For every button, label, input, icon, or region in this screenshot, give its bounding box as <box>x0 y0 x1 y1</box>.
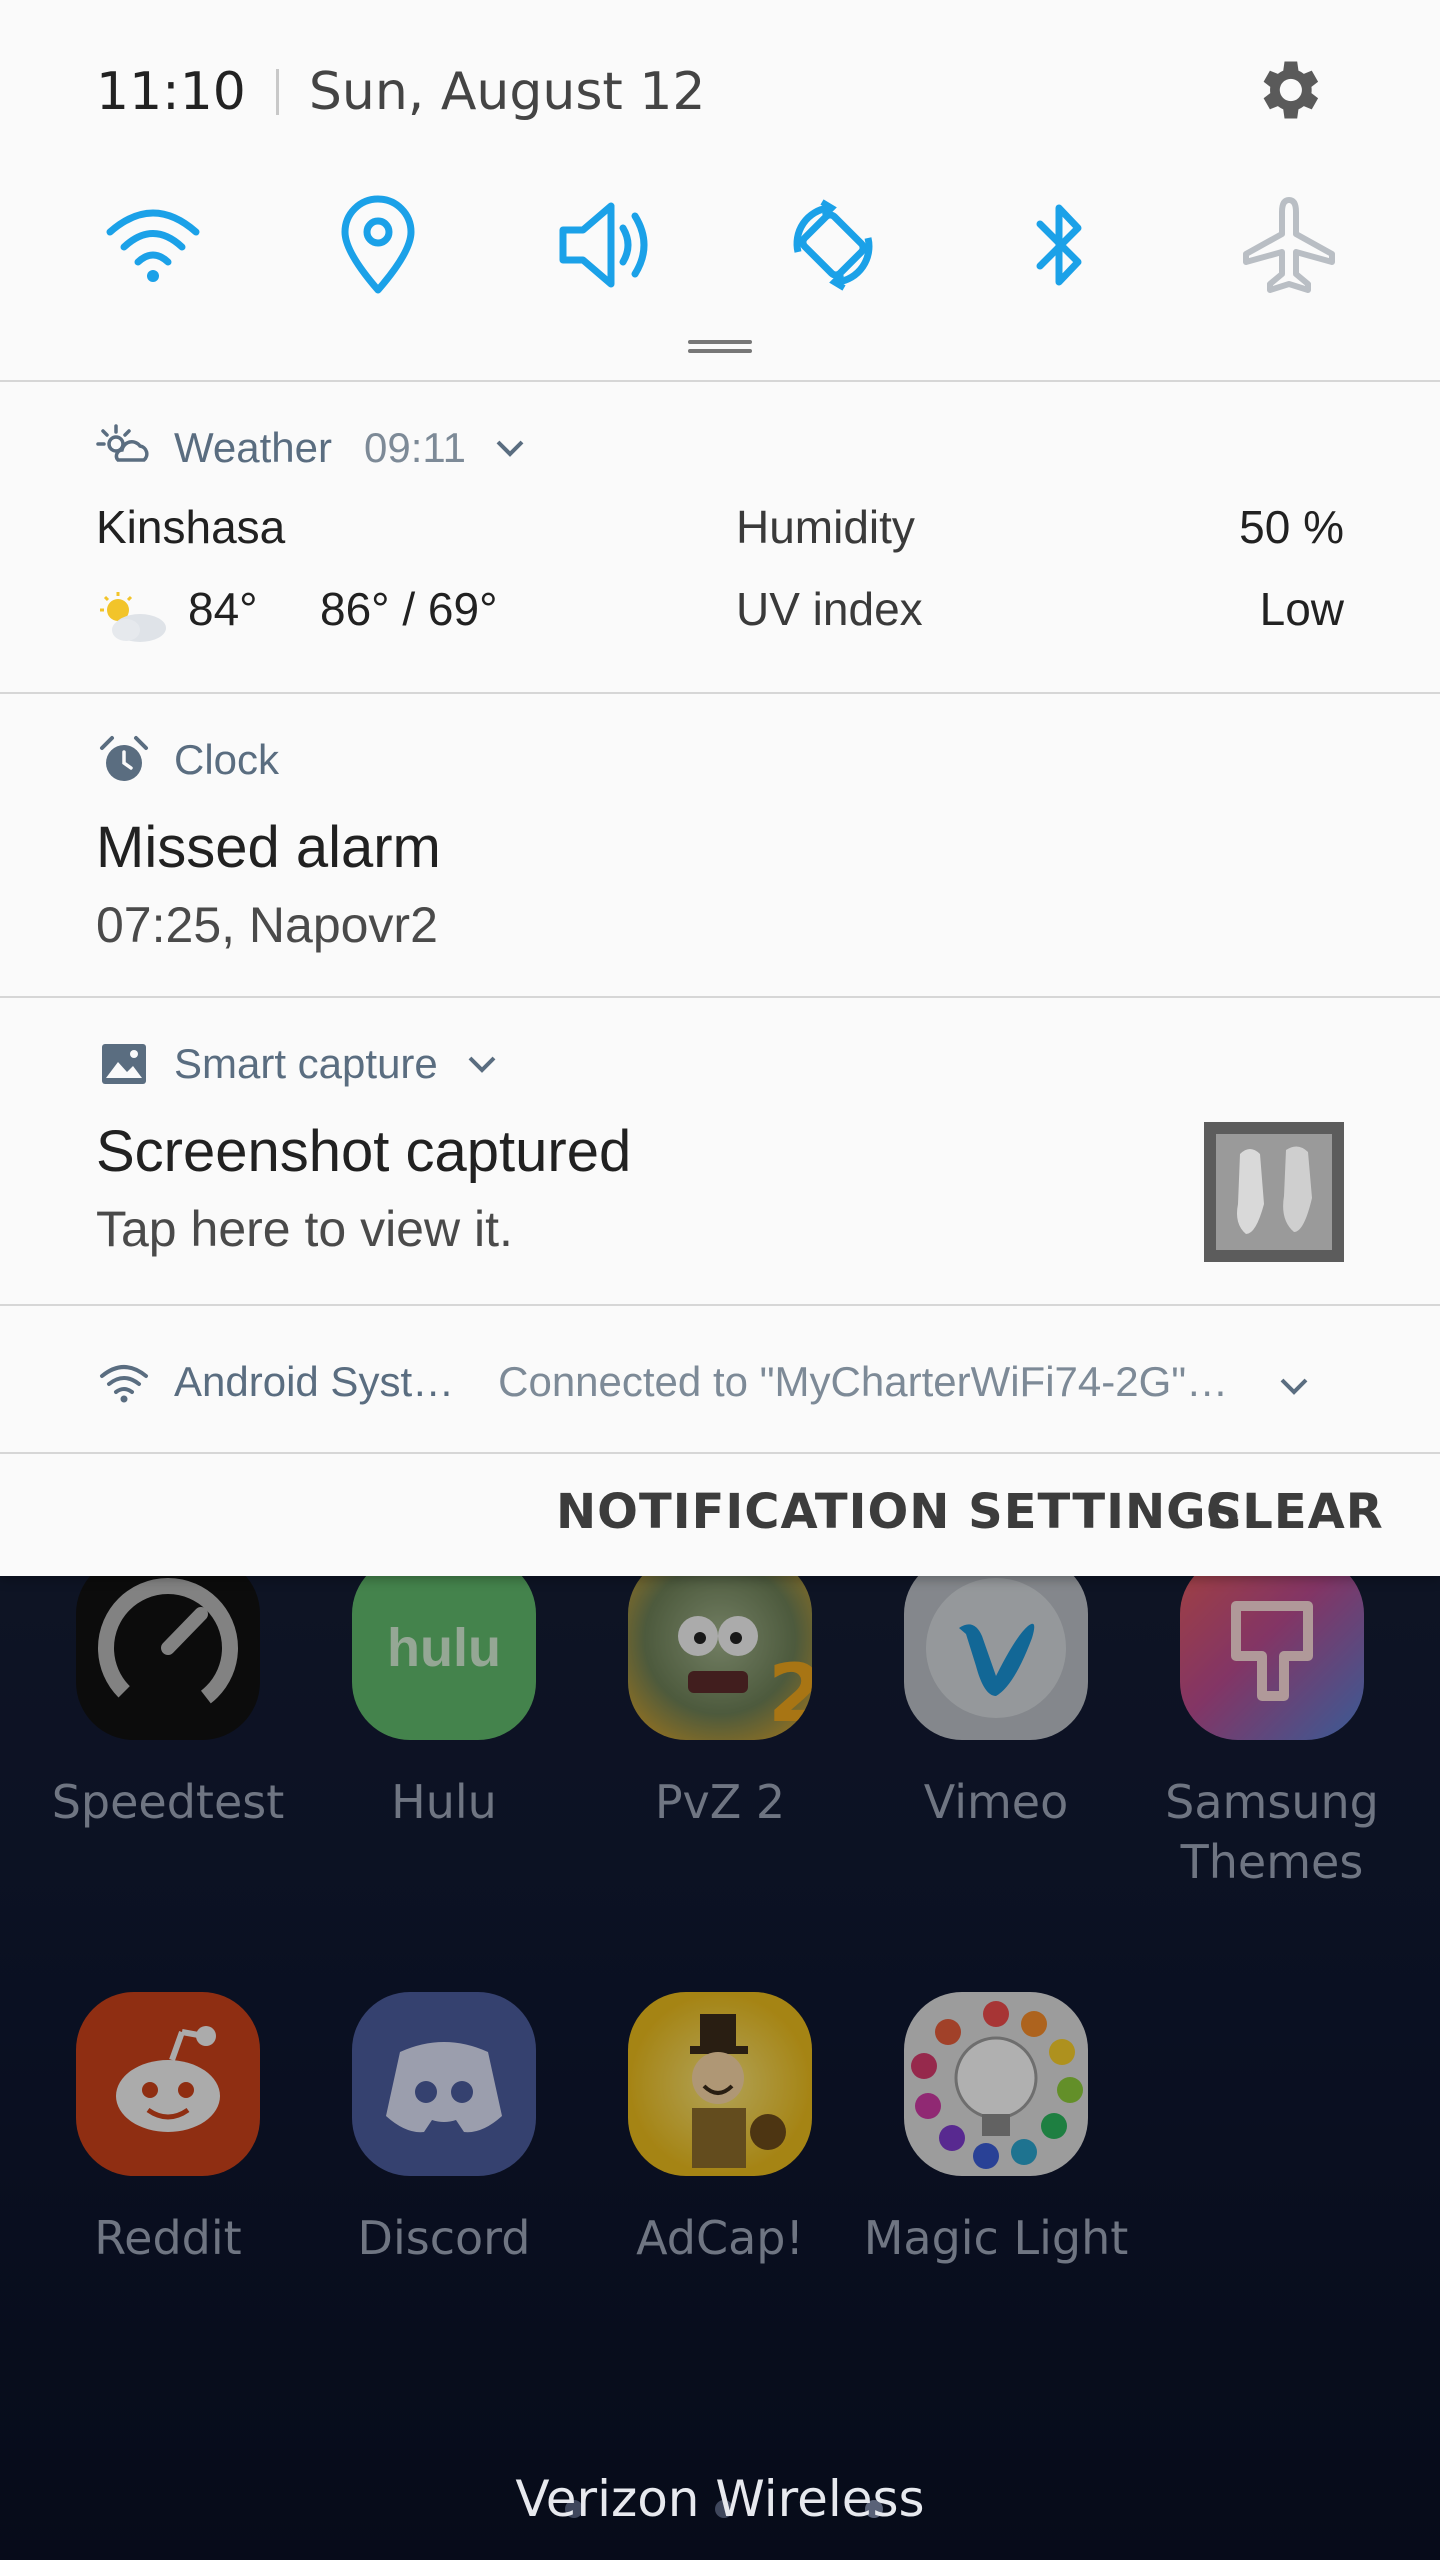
weather-city: Kinshasa <box>96 501 286 553</box>
clock-app-name: Clock <box>174 736 280 783</box>
clock-header: Clock <box>96 732 279 788</box>
separator <box>275 69 279 115</box>
image-icon <box>102 1044 146 1084</box>
chevron-down-icon[interactable] <box>1274 1366 1314 1406</box>
partly-cloudy-icon <box>100 592 166 642</box>
quick-settings-row <box>0 190 1440 300</box>
status-header: 11:10 Sun, August 12 <box>96 56 706 128</box>
drag-handle[interactable] <box>688 340 752 354</box>
clear-button[interactable]: CLEAR <box>1206 1484 1384 1540</box>
clock-time: 11:10 <box>96 62 246 122</box>
clock-notification[interactable]: Clock Missed alarm 07:25, Napovr2 <box>0 692 1440 998</box>
wifi-connection-detail: Connected to "MyCharterWiFi74-2G"… <box>498 1358 1229 1405</box>
high-low-temperature: 86° / 69° <box>320 583 498 635</box>
gear-icon[interactable] <box>1250 52 1326 128</box>
notification-shade: 11:10 Sun, August 12 Weather 09:11 Kinsh… <box>0 0 1440 1576</box>
screenshot-detail: Tap here to view it. <box>96 1201 513 1257</box>
wifi-icon[interactable] <box>98 190 208 300</box>
smart-capture-notification[interactable]: Smart capture Screenshot captured Tap he… <box>0 996 1440 1306</box>
notification-settings-button[interactable]: NOTIFICATION SETTINGS <box>556 1484 1242 1540</box>
android-system-notification[interactable]: Android Syst… Connected to "MyCharterWiF… <box>0 1304 1440 1454</box>
current-temperature: 84° <box>188 583 258 635</box>
wifi-icon <box>100 1365 148 1403</box>
bluetooth-icon[interactable] <box>1004 190 1114 300</box>
humidity-label: Humidity <box>736 501 915 553</box>
screenshot-thumbnail[interactable] <box>1204 1122 1344 1262</box>
uv-index-value: Low <box>1259 583 1344 635</box>
android-system-header: Android Syst… Connected to "MyCharterWiF… <box>96 1354 1346 1410</box>
location-icon[interactable] <box>323 190 433 300</box>
missed-alarm-title: Missed alarm <box>96 815 441 880</box>
weather-icon <box>96 424 149 462</box>
smart-capture-app-name: Smart capture <box>174 1040 438 1087</box>
weather-time: 09:11 <box>363 424 466 471</box>
airplane-mode-icon[interactable] <box>1234 190 1344 300</box>
humidity-value: 50 % <box>1239 501 1344 553</box>
alarm-detail: 07:25, Napovr2 <box>96 897 438 953</box>
uv-index-label: UV index <box>736 583 923 635</box>
carrier-label: Verizon Wireless <box>515 2470 925 2528</box>
home-screen: Speedtest hulu Hulu 2 PvZ 2 Vimeo Samsun… <box>0 1556 1440 2560</box>
notification-footer: NOTIFICATION SETTINGS CLEAR <box>0 1452 1440 1576</box>
chevron-down-icon[interactable] <box>490 428 530 468</box>
weather-notification[interactable]: Weather 09:11 Kinshasa 84° 86° / 69° Hum… <box>0 380 1440 694</box>
auto-rotate-icon[interactable] <box>778 190 888 300</box>
screenshot-captured-title: Screenshot captured <box>96 1119 632 1184</box>
date-label[interactable]: Sun, August 12 <box>309 62 706 122</box>
alarm-clock-icon <box>100 736 148 781</box>
chevron-down-icon[interactable] <box>462 1044 502 1084</box>
weather-app-name: Weather <box>174 424 332 471</box>
sound-icon[interactable] <box>551 190 661 300</box>
dim-overlay <box>0 1576 1440 2560</box>
weather-header: Weather 09:11 <box>96 420 530 476</box>
smart-capture-header: Smart capture <box>96 1036 502 1092</box>
android-system-app-name: Android Syst… <box>174 1358 455 1405</box>
